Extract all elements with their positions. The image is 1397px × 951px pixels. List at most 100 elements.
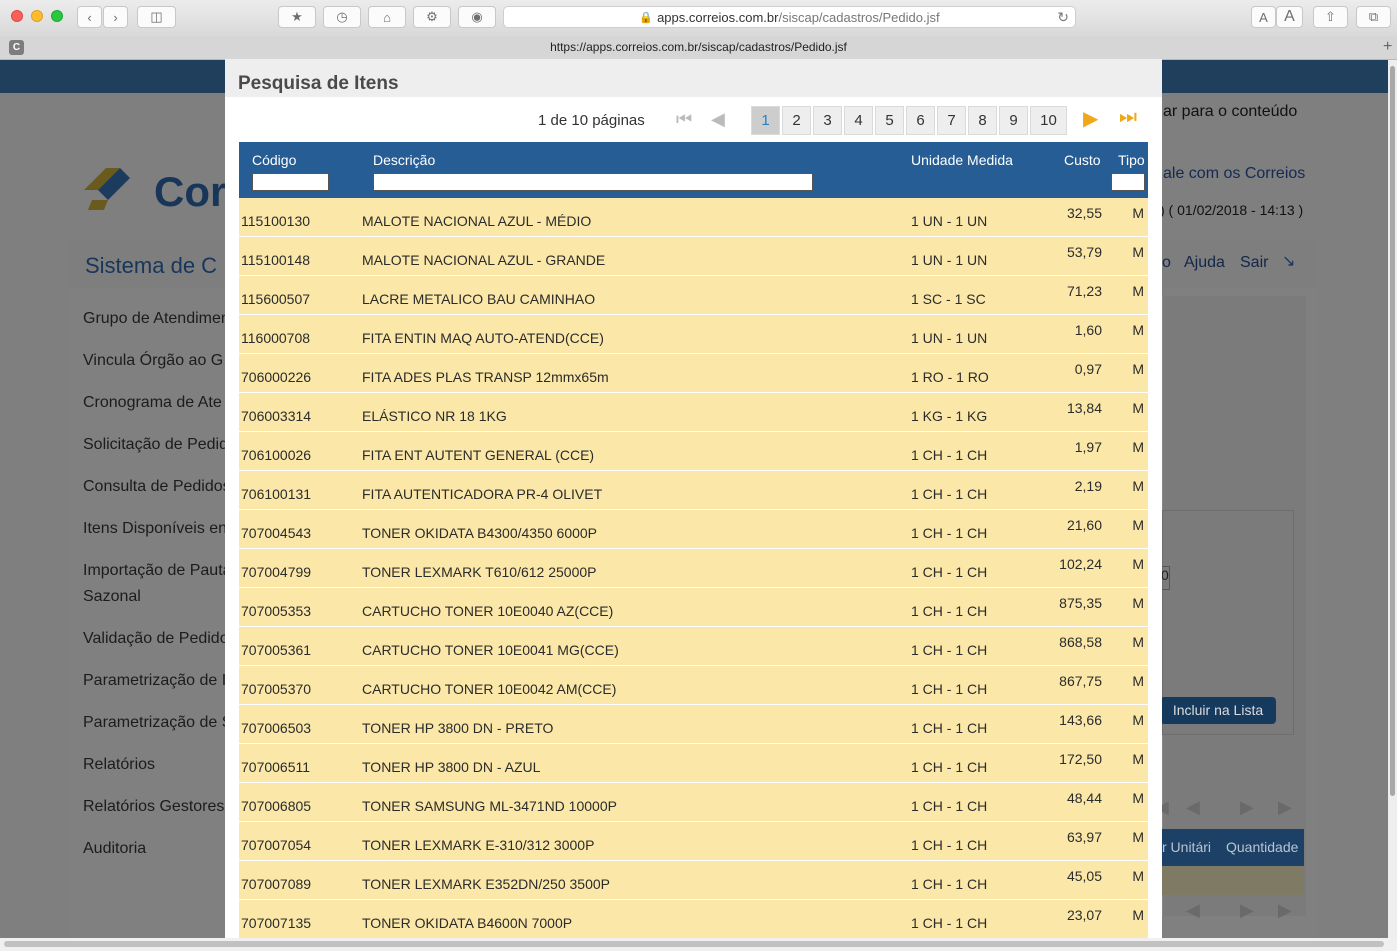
table-row[interactable]: 707006511 TONER HP 3800 DN - AZUL 1 CH - 1… [239, 744, 1148, 783]
browser-toolbar: ‹ › ◫ ★ ◷ ⌂ ⚙ ◉ 🔒 apps.correios.com.br/s… [0, 0, 1397, 37]
include-in-list-button[interactable]: Incluir na Lista [1160, 697, 1276, 724]
table-row[interactable]: 115600507 LACRE METALICO BAU CAMINHAO 1 SC… [239, 276, 1148, 315]
scroll-thumb[interactable] [1390, 66, 1395, 796]
side-menu-item[interactable]: Grupo de Atendimen [83, 310, 230, 328]
col-description-header[interactable]: Descrição [373, 152, 435, 168]
item-cost-cell: 867,75 [1059, 673, 1102, 689]
table-row[interactable]: 707004543 TONER OKIDATA B4300/4350 6000P 1… [239, 510, 1148, 549]
table-row[interactable]: 116000708 FITA ENTIN MAQ AUTO-ATEND(CCE) 1… [239, 315, 1148, 354]
page-number-button[interactable]: 8 [968, 106, 997, 135]
table-row[interactable]: 707005353 CARTUCHO TONER 10E0040 AZ(CCE) 1… [239, 588, 1148, 627]
home-icon: ⌂ [383, 9, 391, 25]
page-scrollbar-horizontal[interactable] [0, 938, 1397, 951]
first-page-icon[interactable]: ⏮ [676, 109, 692, 130]
code-filter-input[interactable] [252, 173, 329, 191]
side-menu-item[interactable]: Sazonal [83, 588, 141, 606]
side-menu-item[interactable]: Validação de Pedido [83, 630, 229, 648]
side-menu-item[interactable]: Relatórios [83, 756, 155, 774]
back-button[interactable]: ‹ [77, 6, 102, 28]
help-link[interactable]: Ajuda [1184, 254, 1225, 272]
page-number-button[interactable]: 7 [937, 106, 966, 135]
side-menu-item[interactable]: Cronograma de Ate [83, 394, 222, 412]
description-filter-input[interactable] [373, 173, 813, 191]
minimize-window-button[interactable] [31, 10, 43, 22]
table-row[interactable]: 706100131 FITA AUTENTICADORA PR-4 OLIVET 1… [239, 471, 1148, 510]
type-filter-input[interactable] [1111, 173, 1145, 191]
sidebar-button[interactable]: ◫ [137, 6, 176, 28]
col-cost-header[interactable]: Custo [1064, 152, 1101, 168]
side-menu-item[interactable]: Importação de Pauta [83, 562, 232, 580]
bg-header-unit-price: r Unitári [1162, 839, 1212, 855]
item-code-cell: 706000226 [241, 369, 312, 385]
address-bar[interactable]: 🔒 apps.correios.com.br/siscap/cadastros/… [503, 6, 1076, 28]
page-number-button[interactable]: 9 [999, 106, 1028, 135]
home-button[interactable]: ⌂ [368, 6, 406, 28]
page-number-button[interactable]: 2 [782, 106, 811, 135]
reload-icon[interactable]: ↻ [1057, 9, 1069, 26]
zoom-window-button[interactable] [51, 10, 63, 22]
new-tab-icon[interactable]: + [1383, 38, 1392, 56]
font-smaller-button[interactable]: A [1251, 6, 1276, 28]
close-window-button[interactable] [11, 10, 23, 22]
scroll-thumb-h[interactable] [4, 941, 1384, 947]
page-number-button[interactable]: 3 [813, 106, 842, 135]
item-description-cell: LACRE METALICO BAU CAMINHAO [362, 291, 596, 307]
table-row[interactable]: 115100148 MALOTE NACIONAL AZUL - GRANDE 1 … [239, 237, 1148, 276]
record-button[interactable]: ◉ [458, 6, 496, 28]
bg-pager-next-icon[interactable]: ▶ [1240, 797, 1254, 818]
side-menu-item[interactable]: Consulta de Pedidos [83, 478, 231, 496]
bg-pager2-next-icon[interactable]: ▶ [1240, 900, 1254, 921]
tab-title[interactable]: https://apps.correios.com.br/siscap/cada… [550, 40, 847, 54]
page-number-button[interactable]: 1 [751, 106, 780, 135]
next-page-icon[interactable]: ▶ [1083, 106, 1098, 131]
page-number-button[interactable]: 5 [875, 106, 904, 135]
bg-pager-last-icon[interactable]: ▶ [1278, 797, 1292, 818]
bg-pager-prev-icon[interactable]: ◀ [1186, 797, 1200, 818]
settings-button[interactable]: ⚙ [413, 6, 451, 28]
bookmarks-button[interactable]: ★ [278, 6, 316, 28]
table-row[interactable]: 707005361 CARTUCHO TONER 10E0041 MG(CCE) 1… [239, 627, 1148, 666]
table-row[interactable]: 706003314 ELÁSTICO NR 18 1KG 1 KG - 1 KG 13… [239, 393, 1148, 432]
nav-link-partial[interactable]: o [1162, 254, 1171, 272]
contact-link[interactable]: ale com os Correios [1163, 165, 1305, 183]
page-number-button[interactable]: 6 [906, 106, 935, 135]
logout-icon[interactable]: ↘ [1282, 251, 1295, 271]
font-larger-button[interactable]: A [1276, 6, 1303, 28]
prev-page-icon[interactable]: ◀ [711, 109, 725, 130]
page-number-button[interactable]: 10 [1030, 106, 1067, 135]
item-unit-cell: 1 CH - 1 CH [911, 486, 988, 502]
table-row[interactable]: 706100026 FITA ENT AUTENT GENERAL (CCE) 1 … [239, 432, 1148, 471]
side-menu-item[interactable]: Parametrização de S [83, 714, 232, 732]
share-button[interactable]: ⇧ [1313, 6, 1348, 28]
page-scrollbar-vertical[interactable] [1388, 60, 1397, 938]
col-type-header[interactable]: Tipo [1118, 152, 1145, 168]
table-row[interactable]: 706000226 FITA ADES PLAS TRANSP 12mmx65m 1… [239, 354, 1148, 393]
side-menu-item[interactable]: Parametrização de I [83, 672, 226, 690]
col-code-header[interactable]: Código [252, 152, 296, 168]
history-button[interactable]: ◷ [323, 6, 361, 28]
page-number-button[interactable]: 4 [844, 106, 873, 135]
table-row[interactable]: 707006503 TONER HP 3800 DN - PRETO 1 CH - … [239, 705, 1148, 744]
col-unit-header[interactable]: Unidade Medida [911, 152, 1013, 168]
last-page-icon[interactable]: ⏭ [1119, 106, 1137, 129]
skip-to-content-link[interactable]: ar para o conteúdo [1163, 103, 1297, 121]
table-row[interactable]: 115100130 MALOTE NACIONAL AZUL - MÉDIO 1 U… [239, 198, 1148, 237]
table-row[interactable]: 707004799 TONER LEXMARK T610/612 25000P 1 … [239, 549, 1148, 588]
url-domain: apps.correios.com.br [657, 9, 779, 25]
table-row[interactable]: 707005370 CARTUCHO TONER 10E0042 AM(CCE) 1… [239, 666, 1148, 705]
bg-pager2-last-icon[interactable]: ▶ [1278, 900, 1292, 921]
table-row[interactable]: 707007135 TONER OKIDATA B4600N 7000P 1 CH … [239, 900, 1148, 938]
side-menu-item[interactable]: Auditoria [83, 840, 146, 858]
table-row[interactable]: 707006805 TONER SAMSUNG ML-3471ND 10000P 1… [239, 783, 1148, 822]
bg-pager2-prev-icon[interactable]: ◀ [1186, 900, 1200, 921]
side-menu-item[interactable]: Solicitação de Pedid [83, 436, 228, 454]
tabs-button[interactable]: ⧉ [1356, 6, 1391, 28]
logout-link[interactable]: Sair [1240, 254, 1268, 272]
side-menu-item[interactable]: Vincula Órgão ao G [83, 352, 223, 370]
table-row[interactable]: 707007089 TONER LEXMARK E352DN/250 3500P 1… [239, 861, 1148, 900]
table-row[interactable]: 707007054 TONER LEXMARK E-310/312 3000P 1 … [239, 822, 1148, 861]
item-code-cell: 707005370 [241, 681, 312, 697]
side-menu-item[interactable]: Relatórios Gestores [83, 798, 224, 816]
side-menu-item[interactable]: Itens Disponíveis en [83, 520, 227, 538]
forward-button[interactable]: › [103, 6, 128, 28]
